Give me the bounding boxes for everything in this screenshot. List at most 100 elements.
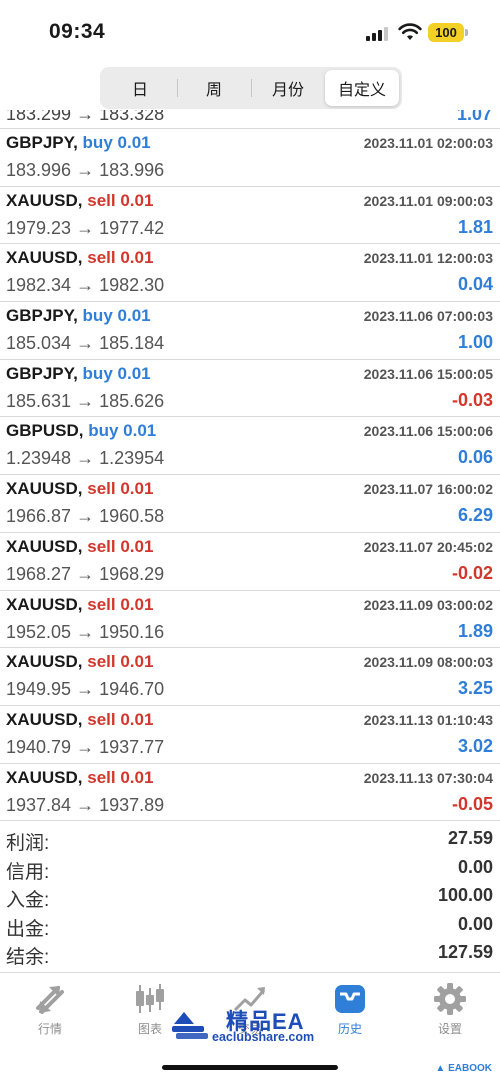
table-row[interactable]: XAUUSD, sell 0.01 2023.11.01 09:00:03 1979…: [0, 187, 500, 245]
table-row-partial[interactable]: 183.299 → 183.328 1.07: [0, 110, 500, 129]
tab-custom[interactable]: 自定义: [325, 70, 399, 106]
trade-volume: 0.01: [120, 479, 154, 499]
trade-side: buy: [82, 133, 113, 152]
trade-profit: 3.25: [457, 678, 493, 699]
table-row[interactable]: XAUUSD, sell 0.01 2023.11.07 20:45:02 1968…: [0, 533, 500, 591]
watermark-url: eaclubshare.com: [212, 1030, 315, 1044]
period-segmented-control: 日 周 月份 自定义: [100, 67, 402, 109]
trade-side: sell: [87, 652, 116, 672]
trade-profit: 1.00: [457, 332, 493, 353]
trade-side: buy: [82, 306, 113, 326]
trade-time: 2023.11.01 12:00:03: [363, 250, 493, 267]
trade-symbol-text: GBPJPY,: [6, 133, 78, 152]
summary-label: 结余:: [6, 947, 50, 968]
trade-time: 2023.11.06 15:00:05: [363, 365, 493, 382]
trade-time: 2023.11.07 16:00:02: [363, 481, 493, 498]
table-row[interactable]: GBPJPY, buy 0.01 2023.11.06 07:00:03 185.0…: [0, 302, 500, 360]
tab-settings-label: 设置: [437, 1022, 462, 1036]
trade-symbol: GBPJPY, buy 0.01: [6, 133, 151, 153]
battery-cap: [465, 29, 468, 36]
tab-settings[interactable]: 设置: [400, 976, 500, 1046]
trade-symbol: GBPJPY, buy 0.01: [6, 306, 151, 326]
table-row[interactable]: GBPJPY, buy 0.01 2023.11.01 02:00:03 183.9…: [0, 129, 500, 187]
summary-value: 0.00: [457, 856, 493, 877]
tab-day[interactable]: 日: [103, 70, 177, 106]
trade-symbol: GBPUSD, buy 0.01: [6, 421, 156, 441]
tab-month[interactable]: 月份: [251, 70, 325, 106]
status-bar: 09:34 100: [0, 0, 500, 66]
trade-price-range: 1952.05 → 1950.16: [6, 621, 165, 642]
table-row[interactable]: XAUUSD, sell 0.01 2023.11.07 16:00:02 1966…: [0, 475, 500, 533]
summary-row: 利润: 27.59: [0, 826, 500, 855]
tab-quotes[interactable]: 行情: [0, 976, 100, 1046]
trade-volume: 0.01: [120, 767, 154, 787]
trade-profit: 1.07: [456, 110, 492, 124]
trade-time: 2023.11.06 15:00:06: [363, 423, 493, 440]
trade-profit: 1.89: [457, 620, 493, 641]
tab-chart-label: 图表: [137, 1022, 162, 1036]
trade-price-range: 1940.79 → 1937.77: [6, 736, 165, 757]
table-row[interactable]: GBPJPY, buy 0.01 2023.11.06 15:00:05 185.6…: [0, 360, 500, 418]
table-row[interactable]: XAUUSD, sell 0.01 2023.11.13 07:30:04 1937…: [0, 764, 500, 822]
trade-price-range: 1.23948 → 1.23954: [6, 448, 165, 469]
trade-symbol-text: XAUUSD,: [6, 536, 83, 556]
trade-time: 2023.11.01 02:00:03: [363, 135, 493, 151]
home-indicator: [162, 1065, 338, 1070]
table-row[interactable]: XAUUSD, sell 0.01 2023.11.01 12:00:03 1982…: [0, 244, 500, 303]
trade-profit: -0.05: [451, 793, 493, 814]
trade-price-range: 1937.84 → 1937.89: [6, 794, 165, 815]
summary-row: 信用: 0.00: [0, 855, 500, 884]
trade-profit: 6.29: [457, 505, 493, 526]
trade-price-range: 183.996 → 183.996: [6, 160, 165, 180]
trade-profit: -0.02: [451, 562, 493, 583]
trade-symbol-text: XAUUSD,: [6, 248, 83, 268]
trade-symbol-text: GBPJPY,: [6, 363, 78, 383]
trade-symbol: XAUUSD, sell 0.01: [6, 768, 153, 788]
summary-label: 出金:: [6, 918, 50, 940]
trade-time: 2023.11.09 03:00:02: [363, 596, 493, 613]
trade-volume: 0.01: [120, 536, 154, 556]
trade-price-range: 183.299 → 183.328: [6, 110, 165, 124]
trade-time: 2023.11.07 20:45:02: [363, 538, 493, 555]
trade-symbol-text: GBPJPY,: [6, 306, 78, 326]
trade-time: 2023.11.09 08:00:03: [363, 654, 493, 671]
trade-volume: 0.01: [120, 190, 154, 210]
summary-value: 27.59: [447, 828, 493, 848]
status-time: 09:34: [49, 20, 106, 43]
trade-symbol: XAUUSD, sell 0.01: [6, 479, 153, 499]
summary-value: 0.00: [457, 913, 493, 934]
trade-symbol-text: XAUUSD,: [6, 190, 83, 210]
trade-price-range: 185.034 → 185.184: [6, 333, 165, 354]
trade-side: buy: [88, 421, 119, 441]
trade-symbol-text: XAUUSD,: [6, 767, 83, 787]
table-row[interactable]: XAUUSD, sell 0.01 2023.11.09 08:00:03 1949…: [0, 648, 500, 706]
trade-side: buy: [82, 363, 113, 383]
table-row[interactable]: XAUUSD, sell 0.01 2023.11.13 01:10:43 1940…: [0, 706, 500, 764]
trade-time: 2023.11.13 07:30:04: [363, 769, 493, 786]
trade-profit: 1.81: [457, 216, 493, 237]
trade-symbol: XAUUSD, sell 0.01: [6, 191, 153, 211]
trade-price-range: 1979.23 → 1977.42: [6, 217, 165, 238]
trade-price-range: 1968.27 → 1968.29: [6, 563, 165, 584]
trade-volume: 0.01: [120, 652, 154, 672]
tab-week[interactable]: 周: [177, 70, 251, 106]
gear-icon: [434, 983, 466, 1015]
watermark: 精品EA eaclubshare.com: [170, 1004, 340, 1048]
battery-indicator: 100: [428, 23, 464, 42]
summary-value: 100.00: [437, 885, 493, 905]
cellular-signal-icon: [366, 25, 392, 41]
table-row[interactable]: XAUUSD, sell 0.01 2023.11.09 03:00:02 1952…: [0, 591, 500, 649]
trade-side: sell: [87, 190, 116, 210]
trade-symbol-text: XAUUSD,: [6, 479, 83, 499]
trade-side: sell: [87, 536, 116, 556]
trade-profit: -0.03: [451, 389, 493, 410]
corner-brand-text: EABOOK: [448, 1063, 492, 1074]
trade-volume: 0.01: [120, 709, 154, 729]
trade-volume: 0.01: [117, 363, 151, 383]
table-row[interactable]: GBPUSD, buy 0.01 2023.11.06 15:00:06 1.239…: [0, 417, 500, 476]
trade-symbol: XAUUSD, sell 0.01: [6, 595, 153, 615]
trade-profit: 0.06: [457, 447, 493, 468]
trade-time: 2023.11.01 09:00:03: [363, 192, 493, 209]
trade-history-list[interactable]: 183.299 → 183.328 1.07 GBPJPY, buy 0.01 2…: [0, 110, 500, 822]
trade-volume: 0.01: [120, 594, 154, 614]
